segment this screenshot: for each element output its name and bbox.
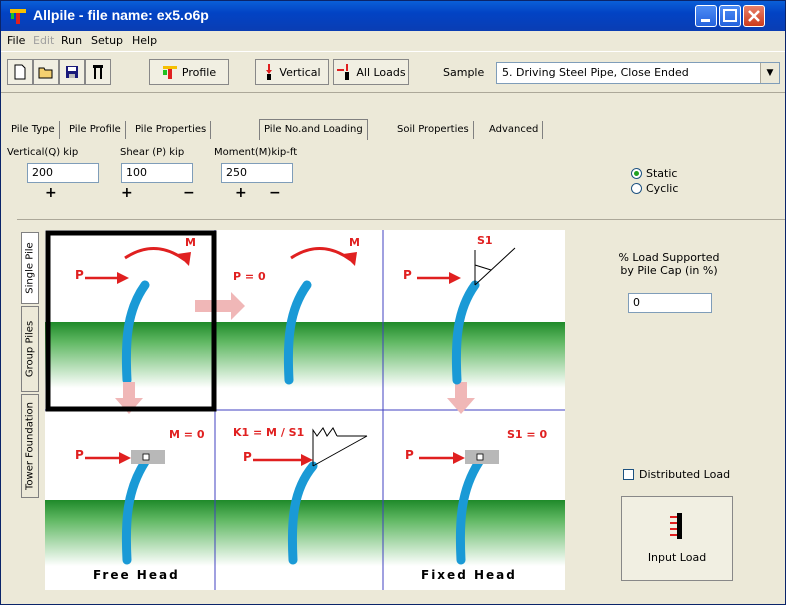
- menu-bar: File Edit Run Setup Help: [1, 31, 785, 51]
- shear-minus-button[interactable]: −: [183, 185, 195, 201]
- vertical-load-icon: [266, 64, 273, 80]
- load-input-panel: Vertical(Q) kip 200 + Shear (P) kip 100 …: [7, 139, 779, 215]
- label-m: M: [349, 236, 360, 249]
- moment-minus-button[interactable]: −: [269, 185, 281, 201]
- minimize-icon: [701, 19, 710, 22]
- tab-soil-properties[interactable]: Soil Properties: [393, 121, 474, 139]
- minimize-button[interactable]: [695, 5, 717, 27]
- pile-head-diagram: P M P = 0 M P S1 M = 0 P K1 = M / S1 P S…: [45, 230, 565, 590]
- fixed-head-label: Fixed Head: [421, 568, 517, 582]
- label-m-zero: M = 0: [169, 428, 205, 441]
- checkbox-icon: [623, 469, 634, 480]
- side-tab-label: Single Pile: [24, 242, 36, 294]
- moment-load-input[interactable]: 250: [221, 163, 293, 183]
- all-loads-icon: [337, 64, 350, 80]
- menu-help[interactable]: Help: [132, 34, 157, 47]
- menu-run[interactable]: Run: [61, 34, 82, 47]
- sample-value: 5. Driving Steel Pipe, Close Ended: [502, 66, 689, 79]
- label-s1-zero: S1 = 0: [507, 428, 548, 441]
- vertical-plus-button[interactable]: +: [45, 185, 57, 201]
- side-tab-single-pile[interactable]: Single Pile: [21, 232, 39, 304]
- save-icon: [66, 66, 78, 78]
- new-file-button[interactable]: [7, 59, 33, 85]
- label-s1: S1: [477, 234, 493, 247]
- shear-load-input[interactable]: 100: [121, 163, 193, 183]
- cap-load-input[interactable]: 0: [628, 293, 712, 313]
- sample-dropdown[interactable]: 5. Driving Steel Pipe, Close Ended ▼: [496, 62, 780, 84]
- side-tab-label: Group Piles: [24, 320, 36, 378]
- shear-plus-button[interactable]: +: [121, 185, 133, 201]
- sample-label: Sample: [443, 66, 485, 79]
- radio-selected-icon: [631, 168, 642, 179]
- cyclic-radio[interactable]: Cyclic: [631, 182, 678, 195]
- menu-file[interactable]: File: [7, 34, 25, 47]
- label-p-zero: P = 0: [233, 270, 266, 283]
- vertical-load-input[interactable]: 200: [27, 163, 99, 183]
- cap-load-label-line1: % Load Supported: [618, 251, 720, 264]
- vertical-load-label: Vertical(Q) kip: [7, 147, 79, 158]
- app-logo-icon: [10, 9, 26, 24]
- distributed-load-checkbox[interactable]: Distributed Load: [623, 468, 730, 481]
- shear-load-label: Shear (P) kip: [120, 147, 185, 158]
- vertical-label: Vertical: [279, 65, 321, 79]
- profile-icon: [162, 66, 177, 79]
- save-button[interactable]: [59, 59, 85, 85]
- label-k1: K1 = M / S1: [233, 426, 305, 439]
- close-icon: [748, 10, 760, 22]
- cap-load-label-line2: by Pile Cap (in %): [620, 264, 718, 277]
- label-p: P: [405, 448, 414, 462]
- profile-label: Profile: [181, 65, 217, 79]
- new-file-icon: [14, 64, 26, 80]
- label-m: M: [185, 236, 196, 249]
- static-radio[interactable]: Static: [631, 167, 677, 180]
- tab-pile-profile[interactable]: Pile Profile: [65, 121, 126, 139]
- tab-bar: Pile Type Pile Profile Pile Properties P…: [1, 119, 785, 140]
- distributed-load-label: Distributed Load: [639, 468, 731, 481]
- tab-pile-no-and-loading[interactable]: Pile No.and Loading: [259, 119, 368, 140]
- side-tab-group-piles[interactable]: Group Piles: [21, 306, 39, 392]
- input-load-icon: [670, 513, 682, 539]
- input-load-label: Input Load: [647, 551, 707, 564]
- open-file-button[interactable]: [33, 59, 59, 85]
- dropdown-arrow-icon[interactable]: ▼: [760, 63, 779, 83]
- tab-advanced[interactable]: Advanced: [485, 121, 544, 139]
- free-head-label: Free Head: [93, 568, 180, 582]
- pile-report-button[interactable]: [85, 59, 111, 85]
- title-bar: Allpile - file name: ex5.o6p: [1, 1, 785, 31]
- app-window: Allpile - file name: ex5.o6p File Edit R…: [0, 0, 786, 605]
- label-p: P: [403, 268, 412, 282]
- label-p: P: [75, 268, 84, 282]
- all-loads-button[interactable]: All Loads: [333, 59, 409, 85]
- menu-edit[interactable]: Edit: [33, 34, 54, 47]
- maximize-button[interactable]: [719, 5, 741, 27]
- moment-plus-button[interactable]: +: [235, 185, 247, 201]
- all-loads-label: All Loads: [356, 65, 406, 79]
- side-tab-tower-foundation[interactable]: Tower Foundation: [21, 394, 39, 498]
- vertical-button[interactable]: Vertical: [255, 59, 329, 85]
- open-folder-icon: [38, 67, 53, 79]
- toolbar: Profile Vertical All Loads Sample 5. Dri…: [1, 51, 785, 93]
- tab-pile-type[interactable]: Pile Type: [7, 121, 60, 139]
- moment-load-label: Moment(M)kip-ft: [214, 147, 298, 158]
- menu-setup[interactable]: Setup: [91, 34, 123, 47]
- radio-unselected-icon: [631, 183, 642, 194]
- profile-button[interactable]: Profile: [149, 59, 229, 85]
- maximize-icon: [723, 9, 737, 22]
- input-load-button[interactable]: Input Load: [621, 496, 733, 581]
- close-button[interactable]: [743, 5, 765, 27]
- diagram-canvas: [45, 230, 565, 590]
- label-p: P: [243, 450, 252, 464]
- side-tab-label: Tower Foundation: [24, 402, 36, 490]
- label-p: P: [75, 448, 84, 462]
- tab-pile-properties[interactable]: Pile Properties: [131, 121, 212, 139]
- window-title: Allpile - file name: ex5.o6p: [33, 7, 209, 23]
- cap-load-label: % Load Supported by Pile Cap (in %): [617, 251, 721, 277]
- static-label: Static: [646, 167, 678, 180]
- pile-report-icon: [93, 65, 103, 79]
- cyclic-label: Cyclic: [646, 182, 679, 195]
